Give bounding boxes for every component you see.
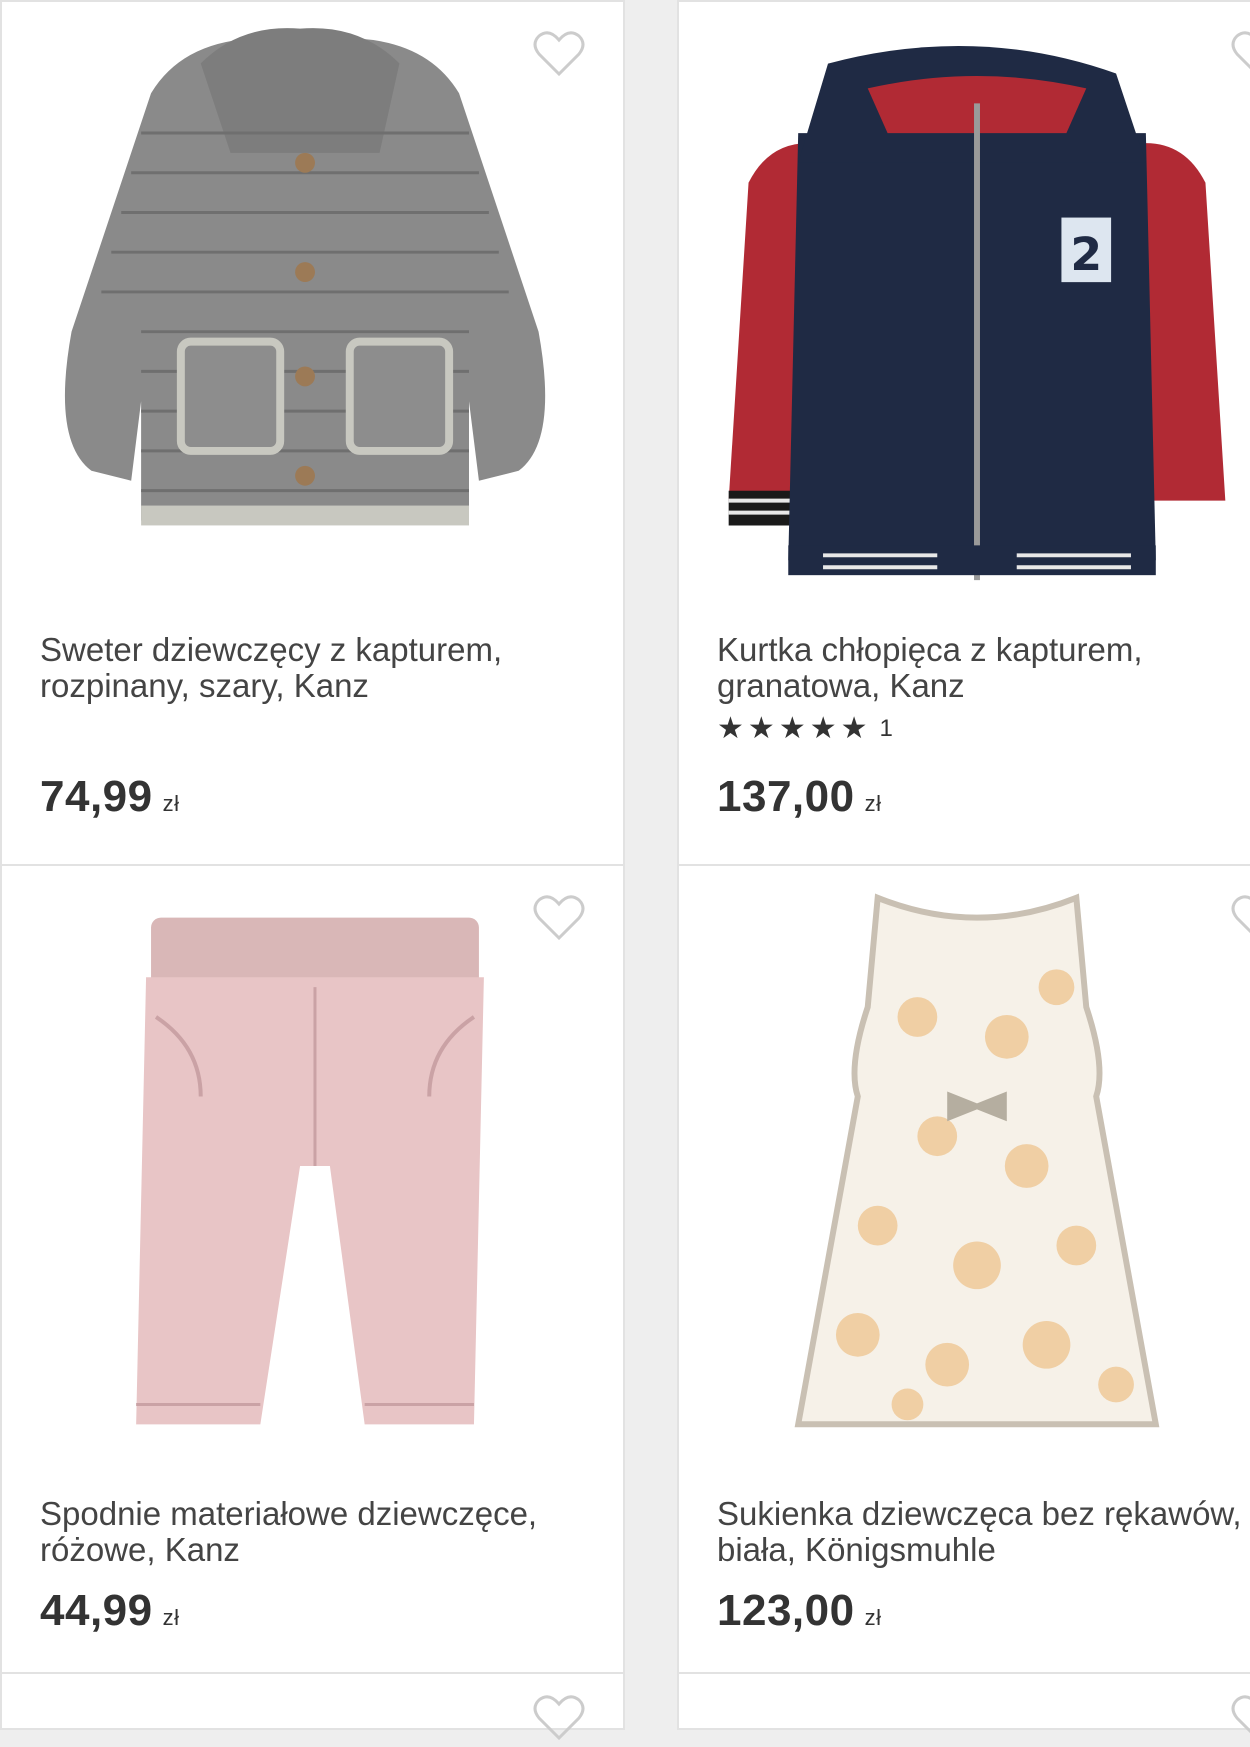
- product-image[interactable]: [2, 866, 623, 1466]
- favorite-heart-icon[interactable]: [1231, 894, 1250, 942]
- product-price: 74,99 zł: [40, 772, 180, 822]
- favorite-heart-icon[interactable]: [1231, 30, 1250, 78]
- star-icon: ★: [840, 711, 868, 746]
- star-icon: ★: [809, 711, 837, 746]
- product-title[interactable]: Spodnie materiałowe dziewczęce, różowe, …: [40, 1496, 603, 1568]
- product-card[interactable]: [677, 1672, 1250, 1734]
- product-image[interactable]: [2, 2, 623, 562]
- product-image[interactable]: 2: [679, 2, 1250, 602]
- product-title[interactable]: Sweter dziewczęcy z kapturem, rozpinany,…: [40, 632, 603, 704]
- product-card[interactable]: [0, 1672, 625, 1741]
- price-value: 44,99: [40, 1586, 153, 1635]
- product-grid: Sweter dziewczęcy z kapturem, rozpinany,…: [0, 0, 1250, 1741]
- product-price: 137,00 zł: [717, 772, 881, 822]
- price-currency: zł: [864, 791, 882, 816]
- price-currency: zł: [162, 791, 180, 816]
- product-card[interactable]: Sukienka dziewczęca bez rękawów, biała, …: [677, 864, 1250, 1674]
- favorite-heart-icon[interactable]: [533, 894, 585, 942]
- star-icon: ★: [717, 711, 744, 746]
- price-value: 74,99: [40, 772, 153, 821]
- product-card[interactable]: Spodnie materiałowe dziewczęce, różowe, …: [0, 864, 625, 1674]
- favorite-heart-icon[interactable]: [533, 30, 585, 78]
- product-title[interactable]: Kurtka chłopięca z kapturem, granatowa, …: [717, 632, 1250, 704]
- star-icon: ★: [778, 711, 806, 746]
- star-icon: ★: [747, 711, 775, 746]
- price-value: 137,00: [717, 772, 855, 821]
- product-title[interactable]: Sukienka dziewczęca bez rękawów, biała, …: [717, 1496, 1250, 1568]
- price-currency: zł: [864, 1605, 882, 1630]
- price-currency: zł: [162, 1605, 180, 1630]
- product-card[interactable]: Sweter dziewczęcy z kapturem, rozpinany,…: [0, 0, 625, 866]
- product-image[interactable]: [679, 866, 1250, 1466]
- favorite-heart-icon[interactable]: [1231, 1694, 1250, 1742]
- rating-count: 1: [879, 715, 893, 742]
- product-card[interactable]: 2 Kurtka chłopięca z kapturem, granatowa…: [677, 0, 1250, 866]
- svg-text:2: 2: [1070, 228, 1102, 281]
- product-price: 44,99 zł: [40, 1586, 180, 1636]
- rating: ★ ★ ★ ★ ★ 1: [717, 714, 893, 744]
- favorite-heart-icon[interactable]: [533, 1694, 585, 1742]
- product-price: 123,00 zł: [717, 1586, 881, 1636]
- price-value: 123,00: [717, 1586, 855, 1635]
